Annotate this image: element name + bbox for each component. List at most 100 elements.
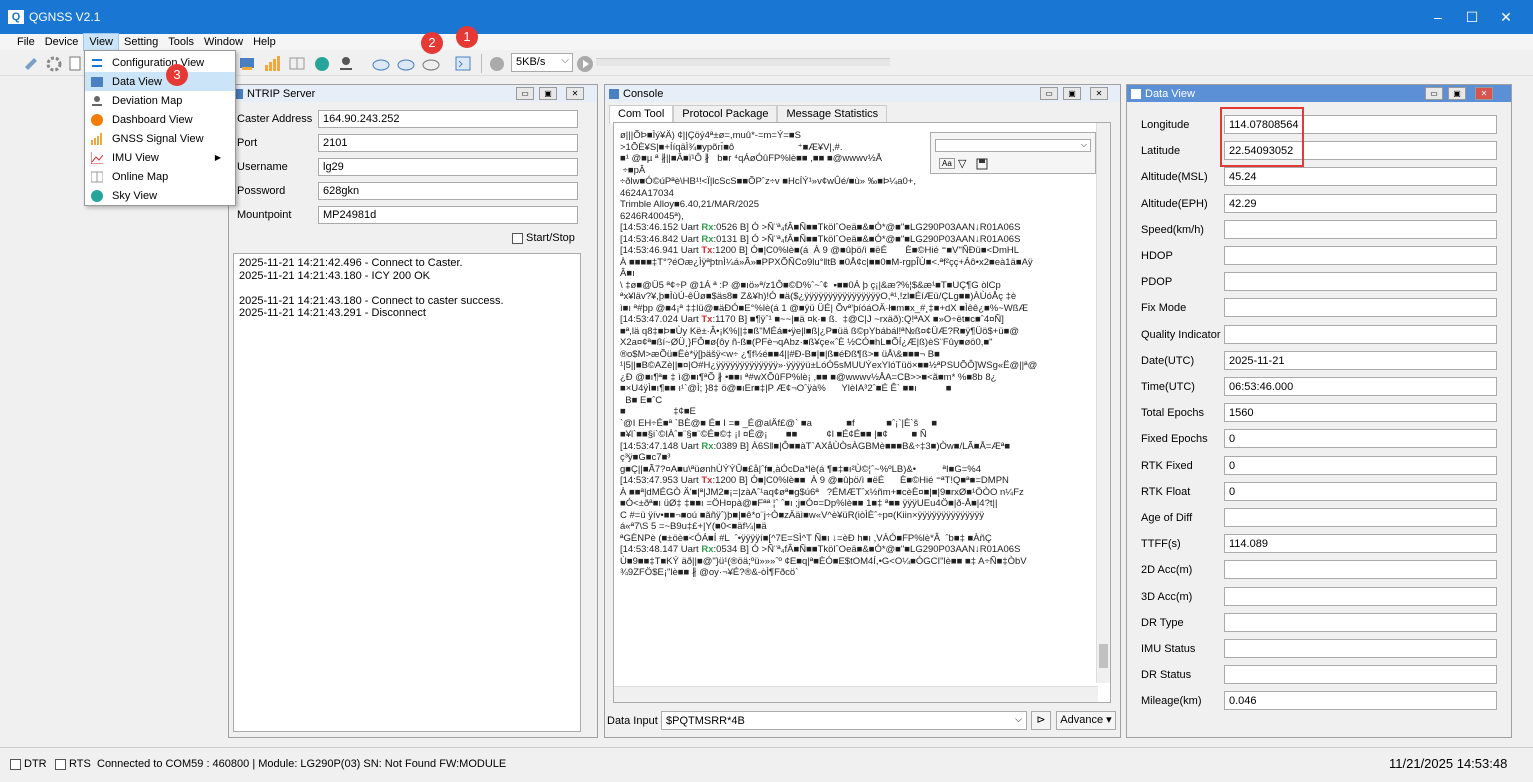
filter-icon[interactable]: ▽ [958, 157, 966, 170]
menu-view[interactable]: View [83, 33, 120, 51]
match-case-button[interactable]: Aa [939, 158, 955, 169]
mountpoint-input[interactable]: MP24981d [318, 206, 578, 224]
data-row-label: Altitude(MSL) [1141, 171, 1208, 184]
data-row-value[interactable]: 2025-11-21 [1224, 350, 1497, 370]
menu-item-data-view[interactable]: Data View [85, 72, 235, 91]
panel-minimize-button[interactable]: ▭ [1040, 87, 1058, 100]
menu-tools[interactable]: Tools [163, 34, 199, 50]
start-stop-checkbox[interactable]: Start/Stop [512, 232, 575, 244]
save-icon[interactable] [976, 158, 988, 170]
menu-item-dashboard-view[interactable]: Dashboard View [85, 110, 235, 129]
port-row: Port 2101 [229, 134, 594, 152]
data-row-label: HDOP [1141, 250, 1173, 262]
panel-close-button[interactable]: ✕ [1475, 87, 1493, 100]
status-datetime: 11/21/2025 14:53:48 [1389, 756, 1508, 771]
ntrip-caster-icon[interactable] [397, 55, 415, 72]
data-row-value[interactable]: 0 [1224, 481, 1497, 501]
menu-file[interactable]: File [12, 34, 40, 50]
console-line: ç³ÿ■G■c7■³ [620, 452, 671, 463]
close-button[interactable]: ✕ [1489, 0, 1523, 34]
settings-gear-icon[interactable] [45, 55, 63, 72]
menu-item-sky-view[interactable]: Sky View [85, 186, 235, 205]
console-line-payload: :0534 B] Ó >Ñ¨ª₄fÂ■Ñ■■TkölˆOeä■&■Ó*@■"■L… [713, 544, 1021, 555]
speed-select[interactable]: 5KB/s ⌵ [511, 53, 573, 72]
start-stop-label: Start/Stop [526, 232, 575, 244]
panel-minimize-button[interactable]: ▭ [516, 87, 534, 100]
data-row-value[interactable] [1224, 639, 1497, 658]
dtr-checkbox[interactable]: DTR [10, 758, 47, 770]
username-input[interactable]: lg29 [318, 158, 578, 176]
advance-button[interactable]: Advance ▾ [1056, 711, 1116, 730]
password-input[interactable]: 628gkn [318, 182, 578, 200]
data-row-value[interactable]: 1560 [1224, 403, 1497, 423]
ntrip-client-icon[interactable] [372, 55, 390, 72]
menu-setting[interactable]: Setting [119, 34, 163, 50]
data-row-rtk-fixed: RTK Fixed 0 [1128, 455, 1508, 476]
data-row-value[interactable] [1224, 272, 1497, 292]
data-row-value[interactable] [1224, 508, 1497, 527]
minimize-button[interactable]: – [1421, 0, 1455, 34]
deviation-pin-icon[interactable] [337, 55, 355, 72]
connect-icon[interactable] [22, 55, 40, 72]
data-row-value[interactable]: 0 [1224, 429, 1497, 449]
panel-maximize-button[interactable]: ▣ [1063, 87, 1081, 100]
sky-view-icon[interactable] [313, 55, 331, 72]
map-grid-icon[interactable] [288, 55, 306, 72]
menu-item-deviation-map[interactable]: Deviation Map [85, 91, 235, 110]
data-row-value[interactable] [1224, 219, 1497, 239]
stop-icon[interactable] [488, 55, 506, 72]
panel-minimize-button[interactable]: ▭ [1425, 87, 1443, 100]
data-row-value[interactable] [1224, 560, 1497, 580]
console-line: ¿Ð @■ı¶ª■ ‡ ì@■ı¶ªÕ ∦ •■■ı ª#wXÕûFP%lè¡ … [620, 371, 997, 383]
rts-label: RTS [69, 758, 91, 770]
vertical-scrollbar[interactable] [1096, 123, 1110, 683]
find-input[interactable]: ⌵ [935, 139, 1091, 152]
menu-item-configuration-view[interactable]: Configuration View [85, 53, 235, 72]
menu-help[interactable]: Help [248, 34, 281, 50]
console-icon[interactable] [454, 55, 472, 72]
data-row-value[interactable] [1224, 246, 1497, 265]
data-row-value[interactable] [1224, 298, 1497, 318]
horizontal-scrollbar[interactable] [614, 686, 1098, 702]
signal-bars-icon[interactable] [263, 55, 281, 72]
menu-item-imu-view[interactable]: IMU View ▶ [85, 148, 235, 167]
console-line: [14:53:47.953 Uart Tx:1200 B] Ó■|C0%lè■■… [620, 475, 1092, 487]
panel-maximize-button[interactable]: ▣ [1448, 87, 1466, 100]
data-row-value[interactable]: 0 [1224, 455, 1497, 475]
data-row-latitude: Latitude 22.54093052 [1128, 141, 1508, 161]
scroll-thumb[interactable] [1099, 644, 1108, 668]
data-row-value[interactable]: 45.24 [1224, 167, 1497, 187]
panel-close-button[interactable]: ✕ [1090, 87, 1108, 100]
panel-maximize-button[interactable]: ▣ [539, 87, 557, 100]
tab-message-statistics[interactable]: Message Statistics [777, 105, 888, 123]
data-row-value[interactable] [1224, 586, 1497, 606]
console-line-payload: :1200 B] Ó■|C0%lè■(á À 9 @■ûþö/ì ■ëÉ È■©… [712, 245, 1020, 256]
port-input[interactable]: 2101 [318, 134, 578, 152]
data-input-field[interactable]: $PQTMSRR*4B ⌵ [661, 711, 1027, 730]
menu-window[interactable]: Window [199, 34, 248, 50]
caster-address-input[interactable]: 164.90.243.252 [318, 110, 578, 128]
console-output[interactable]: ø|||ÕÞ■Ìý¥Ä) ¢||Çöý4ª±ø=,muû*-=m=Ý=■S >1Õ… [613, 122, 1111, 703]
menu-item-gnss-signal-view[interactable]: GNSS Signal View [85, 129, 235, 148]
rts-checkbox[interactable]: RTS [55, 758, 91, 770]
data-chart-icon[interactable] [238, 55, 256, 72]
playback-progress-slider[interactable] [596, 58, 890, 66]
data-row-value[interactable]: 114.089 [1224, 534, 1497, 554]
maximize-button[interactable]: ☐ [1455, 0, 1489, 34]
tab-protocol-package[interactable]: Protocol Package [673, 105, 778, 123]
data-row-value[interactable]: 06:53:46.000 [1224, 377, 1497, 396]
data-row-value[interactable] [1224, 665, 1497, 685]
panel-close-button[interactable]: ✕ [566, 87, 584, 100]
data-row-value[interactable]: 0.046 [1224, 691, 1497, 711]
data-row-value[interactable] [1224, 324, 1497, 344]
console-line: ■×U4ÿÌ■ı¶■■ ı¹`@Ì; }8‡ ö@■ıEr■‡|P Æ¢¬Oˆÿ… [620, 383, 952, 394]
play-icon[interactable] [576, 55, 594, 72]
send-button[interactable]: ⊳ [1031, 711, 1051, 730]
data-row-value[interactable]: 42.29 [1224, 193, 1497, 213]
data-row-value[interactable] [1224, 612, 1497, 632]
menu-device[interactable]: Device [40, 34, 84, 50]
console-line: ¹|5||■B©AZè||■¤|O#H¿ÿÿÿÿÿÿÿÿÿÿÿÿÿ»·ÿÿÿÿü… [620, 360, 1038, 371]
ntrip-server-icon[interactable] [422, 55, 440, 72]
menu-item-online-map[interactable]: Online Map [85, 167, 235, 186]
document-icon[interactable] [66, 55, 84, 72]
